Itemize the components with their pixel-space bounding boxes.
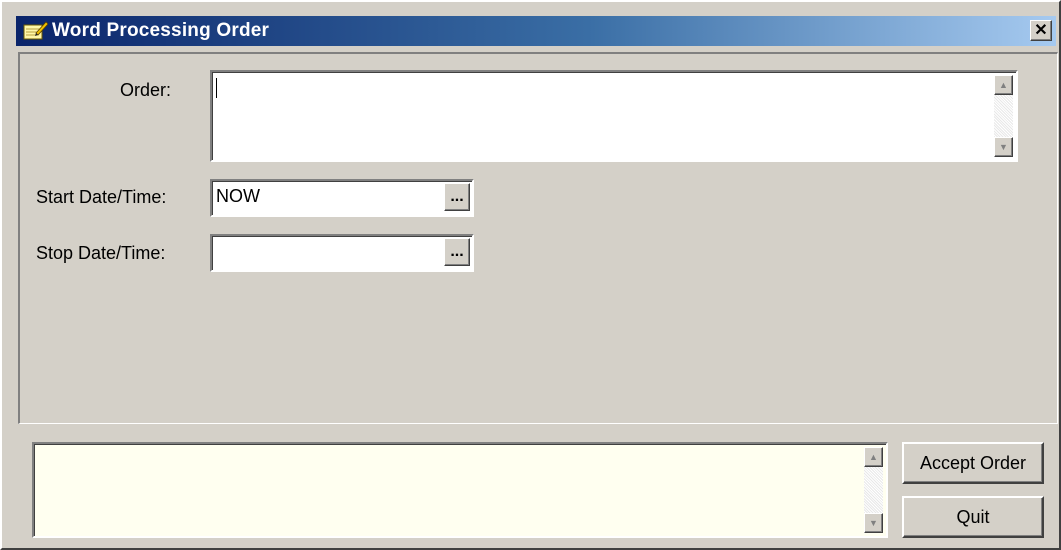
arrow-down-icon: ▼ — [999, 142, 1008, 152]
start-date-value: NOW — [216, 186, 260, 206]
message-scrollbar[interactable]: ▲ ▼ — [864, 447, 883, 533]
stop-date-field[interactable]: ... — [210, 234, 474, 272]
window-title: Word Processing Order — [52, 20, 270, 41]
scroll-down-button[interactable]: ▼ — [864, 513, 883, 533]
arrow-up-icon: ▲ — [999, 80, 1008, 90]
close-icon: ✕ — [1034, 21, 1048, 39]
start-date-field[interactable]: NOW ... — [210, 179, 474, 217]
text-caret — [216, 78, 217, 98]
ellipsis-icon: ... — [450, 243, 464, 260]
order-message-box[interactable]: ▲ ▼ — [32, 442, 888, 538]
order-form-panel: Order: ▲ ▼ Start Date/Time: NOW ... Stop… — [18, 52, 1058, 424]
close-button[interactable]: ✕ — [1030, 20, 1052, 41]
arrow-up-icon: ▲ — [869, 452, 878, 462]
arrow-down-icon: ▼ — [869, 518, 878, 528]
quit-button[interactable]: Quit — [902, 496, 1044, 538]
order-label: Order: — [120, 80, 172, 100]
title-bar[interactable]: Word Processing Order ✕ — [16, 16, 1056, 46]
notepad-pencil-icon — [23, 21, 48, 40]
word-processing-order-window: Word Processing Order ✕ Order: ▲ ▼ Start… — [0, 0, 1061, 550]
order-textarea[interactable]: ▲ ▼ — [210, 70, 1018, 162]
scroll-up-button[interactable]: ▲ — [994, 75, 1013, 95]
accept-order-button[interactable]: Accept Order — [902, 442, 1044, 484]
ellipsis-icon: ... — [450, 188, 464, 205]
scroll-up-button[interactable]: ▲ — [864, 447, 883, 467]
stop-date-picker-button[interactable]: ... — [444, 238, 470, 266]
stop-date-label: Stop Date/Time: — [36, 243, 166, 263]
order-scrollbar[interactable]: ▲ ▼ — [994, 75, 1013, 157]
scroll-down-button[interactable]: ▼ — [994, 137, 1013, 157]
start-date-label: Start Date/Time: — [36, 187, 167, 207]
start-date-picker-button[interactable]: ... — [444, 183, 470, 211]
